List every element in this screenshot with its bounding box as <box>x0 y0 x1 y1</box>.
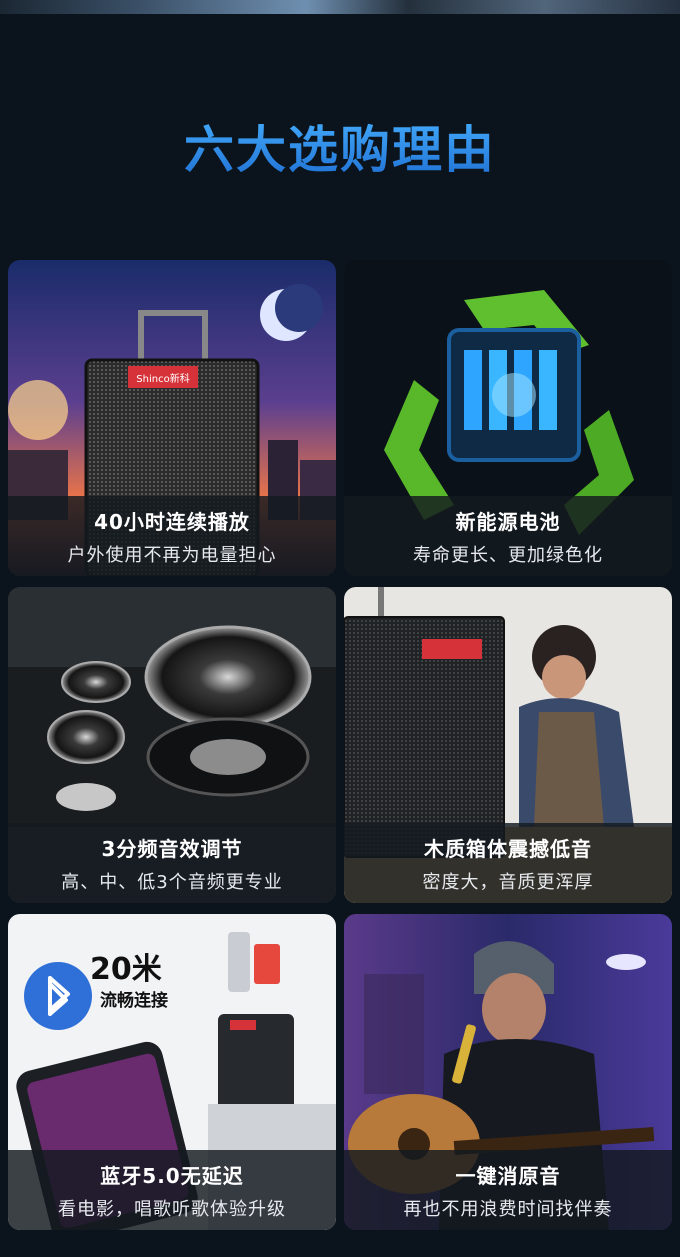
card-title: 3分频音效调节 <box>101 837 243 861</box>
card-title: 新能源电池 <box>455 510 561 534</box>
top-photo-strip <box>0 0 680 14</box>
card-subtitle: 再也不用浪费时间找伴奏 <box>403 1199 613 1220</box>
card-subtitle: 寿命更长、更加绿色化 <box>413 545 603 566</box>
card-subtitle: 密度大，音质更浑厚 <box>422 872 594 893</box>
reason-card-three-way: 3分频音效调节 高、中、低3个音频更专业 <box>8 587 336 903</box>
card-title: 一键消原音 <box>455 1164 561 1188</box>
card-subtitle: 户外使用不再为电量担心 <box>67 545 277 566</box>
reason-card-battery-life: Shinco新科 40小时连续播放 户外使用不再为电量担心 <box>8 260 336 576</box>
reason-card-battery: 新能源电池 寿命更长、更加绿色化 <box>344 260 672 576</box>
card-subtitle: 看电影，唱歌听歌体验升级 <box>58 1199 286 1220</box>
card-caption: 木质箱体震撼低音 密度大，音质更浑厚 <box>344 823 672 903</box>
reason-card-wood-cabinet: 木质箱体震撼低音 密度大，音质更浑厚 <box>344 587 672 903</box>
card-title: 蓝牙5.0无延迟 <box>100 1164 244 1188</box>
card-subtitle: 高、中、低3个音频更专业 <box>61 872 283 893</box>
card-caption: 新能源电池 寿命更长、更加绿色化 <box>344 496 672 576</box>
brand-logo: Shinco新科 <box>136 372 189 385</box>
card-caption: 3分频音效调节 高、中、低3个音频更专业 <box>8 823 336 903</box>
reason-card-bluetooth: 20米 流畅连接 蓝牙5.0无延迟 看电影，唱歌听歌体验升级 <box>8 914 336 1230</box>
card-caption: 一键消原音 再也不用浪费时间找伴奏 <box>344 1150 672 1230</box>
bluetooth-range: 20米 <box>90 952 162 987</box>
card-caption: 蓝牙5.0无延迟 看电影，唱歌听歌体验升级 <box>8 1150 336 1230</box>
bluetooth-range-sub: 流畅连接 <box>100 990 168 1011</box>
reason-card-vocal-removal: 一键消原音 再也不用浪费时间找伴奏 <box>344 914 672 1230</box>
page-title: 六大选购理由 <box>0 110 680 182</box>
card-title: 木质箱体震撼低音 <box>424 837 592 861</box>
card-caption: 40小时连续播放 户外使用不再为电量担心 <box>8 496 336 576</box>
card-title: 40小时连续播放 <box>94 510 250 534</box>
